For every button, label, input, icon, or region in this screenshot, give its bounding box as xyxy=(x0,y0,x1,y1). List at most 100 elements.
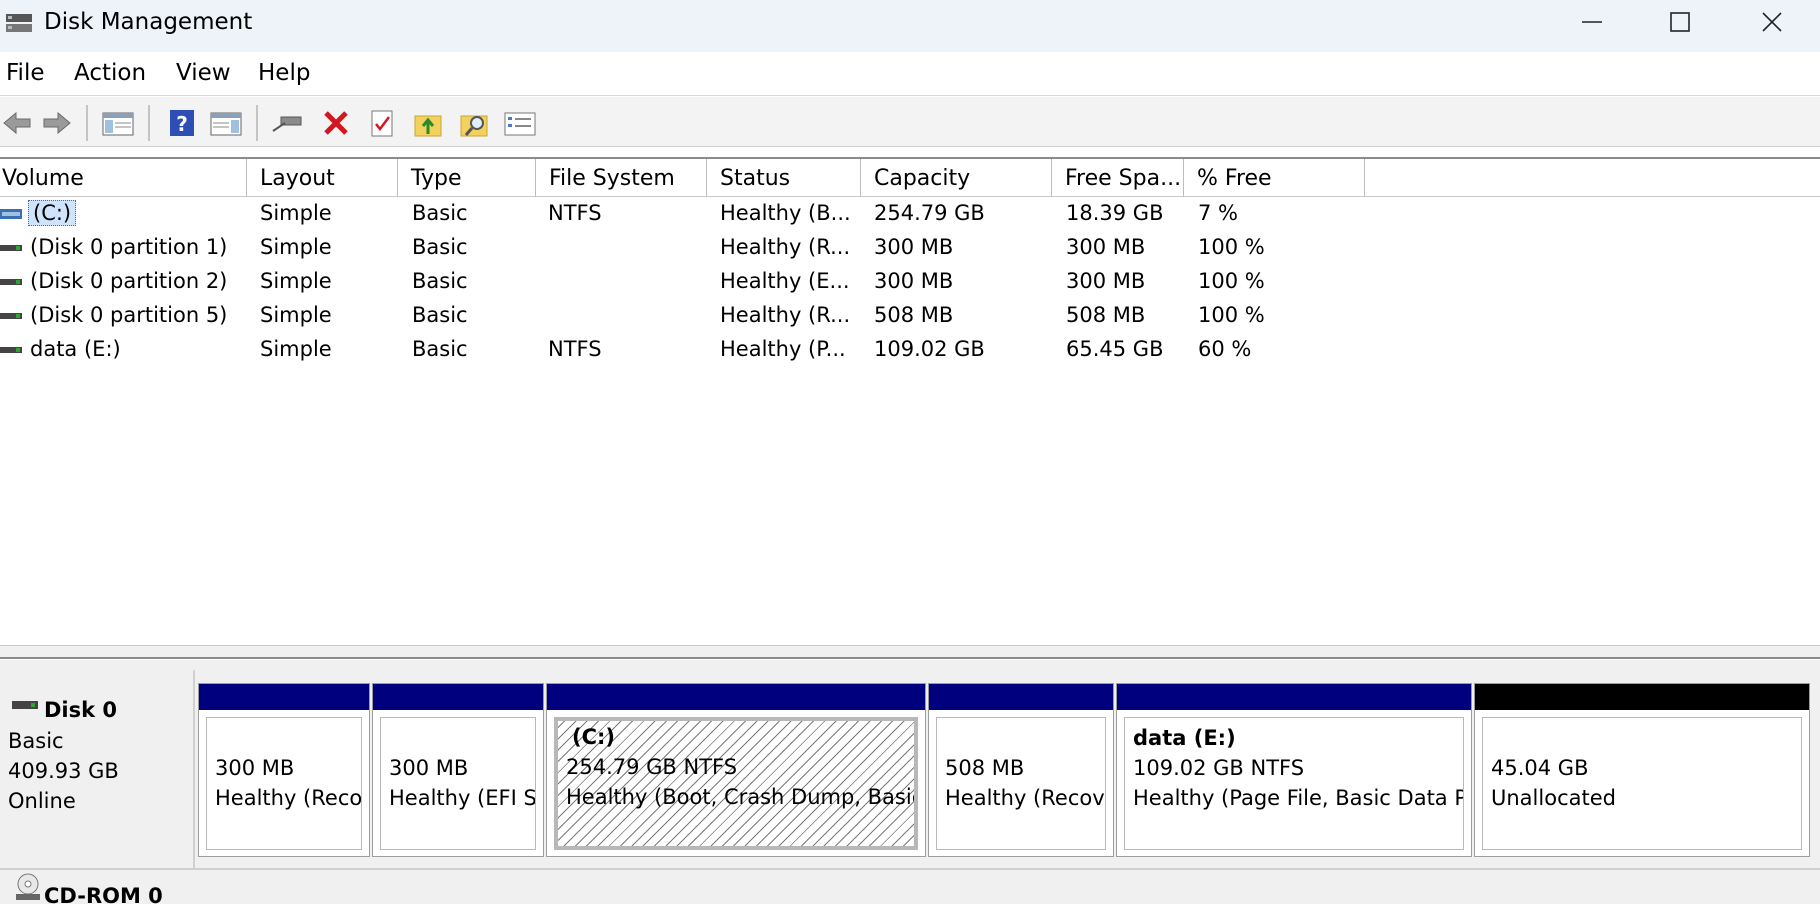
layout-cell: Simple xyxy=(260,235,332,259)
table-row[interactable]: (C:) Simple Basic NTFS Healthy (B... 254… xyxy=(0,197,1820,231)
partition-status: Healthy (Recov xyxy=(945,786,1105,810)
file-system-cell: NTFS xyxy=(548,201,602,225)
properties-list-button[interactable] xyxy=(502,105,538,141)
partition-header-bar xyxy=(199,684,369,710)
show-action-pane-button[interactable] xyxy=(208,105,244,141)
volume-list-header: Volume Layout Type File System Status Ca… xyxy=(0,159,1820,197)
partition-status: Healthy (Boot, Crash Dump, Basic xyxy=(566,785,918,809)
column-type[interactable]: Type xyxy=(399,159,536,197)
partition-size: 254.79 GB NTFS xyxy=(566,755,738,779)
disk-type: Basic xyxy=(8,729,64,753)
menu-action[interactable]: Action xyxy=(74,60,146,86)
partition-header-bar xyxy=(373,684,543,710)
column-percent-free[interactable]: % Free xyxy=(1185,159,1365,197)
toolbar: ? xyxy=(0,97,1820,147)
menu-help[interactable]: Help xyxy=(258,60,310,86)
disk-name: Disk 0 xyxy=(44,698,118,722)
pane-splitter[interactable] xyxy=(0,645,1820,659)
show-hide-console-tree-icon xyxy=(102,112,134,136)
show-action-pane-icon xyxy=(210,112,242,136)
partition-block[interactable]: 300 MB Healthy (Reco xyxy=(198,683,370,857)
percent-free-cell: 60 % xyxy=(1198,337,1252,361)
forward-button[interactable] xyxy=(38,105,74,141)
minimize-icon xyxy=(1582,21,1602,23)
column-capacity[interactable]: Capacity xyxy=(862,159,1052,197)
column-status[interactable]: Status xyxy=(708,159,861,197)
explore-icon xyxy=(460,115,488,137)
cdrom-row[interactable]: CD-ROM 0 xyxy=(0,868,1820,908)
delete-icon xyxy=(324,111,348,135)
disk-0-info[interactable]: Disk 0 Basic 409.93 GB Online xyxy=(0,670,195,868)
layout-cell: Simple xyxy=(260,201,332,225)
layout-cell: Simple xyxy=(260,269,332,293)
partition-block[interactable]: 300 MB Healthy (EFI S xyxy=(372,683,544,857)
volume-icon xyxy=(0,209,22,219)
show-hide-console-tree-button[interactable] xyxy=(100,105,136,141)
partition-block[interactable]: data (E:) 109.02 GB NTFS Healthy (Page F… xyxy=(1116,683,1472,857)
partition-block-selected[interactable]: (C:) 254.79 GB NTFS Healthy (Boot, Crash… xyxy=(546,683,926,857)
partition-header-bar xyxy=(1117,684,1471,710)
disk-map-pane: Disk 0 Basic 409.93 GB Online 300 MB Hea… xyxy=(0,660,1820,908)
volume-name: data (E:) xyxy=(30,337,121,361)
volume-list[interactable]: Volume Layout Type File System Status Ca… xyxy=(0,157,1820,647)
partition-status: Healthy (Page File, Basic Data P xyxy=(1133,786,1464,810)
help-button[interactable]: ? xyxy=(164,105,200,141)
title-bar: Disk Management xyxy=(0,0,1820,52)
connect-drive-button[interactable] xyxy=(270,105,306,141)
free-space-cell: 300 MB xyxy=(1066,235,1146,259)
toolbar-separator xyxy=(148,105,150,141)
volume-name: (Disk 0 partition 1) xyxy=(30,235,228,259)
partition-status: Healthy (EFI S xyxy=(389,786,536,810)
column-layout[interactable]: Layout xyxy=(248,159,398,197)
maximize-button[interactable] xyxy=(1636,0,1724,44)
table-row[interactable]: (Disk 0 partition 2) Simple Basic Health… xyxy=(0,265,1820,299)
partition-size: 45.04 GB xyxy=(1491,756,1589,780)
status-cell: Healthy (R... xyxy=(720,303,851,327)
disk-icon xyxy=(12,701,38,709)
properties-icon xyxy=(371,110,393,137)
close-button[interactable] xyxy=(1728,0,1816,44)
delete-button[interactable] xyxy=(318,105,354,141)
menu-view[interactable]: View xyxy=(176,60,231,86)
volume-name: (Disk 0 partition 2) xyxy=(30,269,228,293)
minimize-button[interactable] xyxy=(1548,0,1636,44)
capacity-cell: 300 MB xyxy=(874,235,954,259)
menu-file[interactable]: File xyxy=(6,60,45,86)
connect-drive-icon xyxy=(272,116,302,132)
type-cell: Basic xyxy=(412,201,468,225)
type-cell: Basic xyxy=(412,337,468,361)
column-free-space[interactable]: Free Spa... xyxy=(1053,159,1184,197)
partition-block[interactable]: 508 MB Healthy (Recov xyxy=(928,683,1114,857)
back-button[interactable] xyxy=(0,105,36,141)
column-volume[interactable]: Volume xyxy=(0,159,247,197)
partition-body: (C:) 254.79 GB NTFS Healthy (Boot, Crash… xyxy=(554,717,918,850)
open-folder-button[interactable] xyxy=(410,105,446,141)
partition-body: 300 MB Healthy (EFI S xyxy=(380,717,536,850)
maximize-icon xyxy=(1670,12,1690,32)
properties-list-icon xyxy=(504,112,536,136)
partition-size: 300 MB xyxy=(389,756,469,780)
capacity-cell: 254.79 GB xyxy=(874,201,985,225)
open-folder-icon xyxy=(414,115,442,137)
svg-text:?: ? xyxy=(176,112,188,136)
status-cell: Healthy (E... xyxy=(720,269,850,293)
menu-bar: File Action View Help xyxy=(0,52,1820,96)
properties-button[interactable] xyxy=(364,105,400,141)
type-cell: Basic xyxy=(412,269,468,293)
partition-status: Unallocated xyxy=(1491,786,1616,810)
explore-button[interactable] xyxy=(456,105,492,141)
table-row[interactable]: data (E:) Simple Basic NTFS Healthy (P..… xyxy=(0,333,1820,367)
toolbar-separator xyxy=(256,105,258,141)
file-system-cell: NTFS xyxy=(548,337,602,361)
free-space-cell: 18.39 GB xyxy=(1066,201,1164,225)
cdrom-icon xyxy=(16,873,40,900)
partition-header-bar xyxy=(929,684,1113,710)
free-space-cell: 65.45 GB xyxy=(1066,337,1164,361)
column-file-system[interactable]: File System xyxy=(537,159,707,197)
volume-icon xyxy=(0,347,22,353)
unallocated-block[interactable]: 45.04 GB Unallocated xyxy=(1474,683,1810,857)
volume-icon xyxy=(0,279,22,285)
volume-name: (Disk 0 partition 5) xyxy=(30,303,228,327)
table-row[interactable]: (Disk 0 partition 5) Simple Basic Health… xyxy=(0,299,1820,333)
table-row[interactable]: (Disk 0 partition 1) Simple Basic Health… xyxy=(0,231,1820,265)
